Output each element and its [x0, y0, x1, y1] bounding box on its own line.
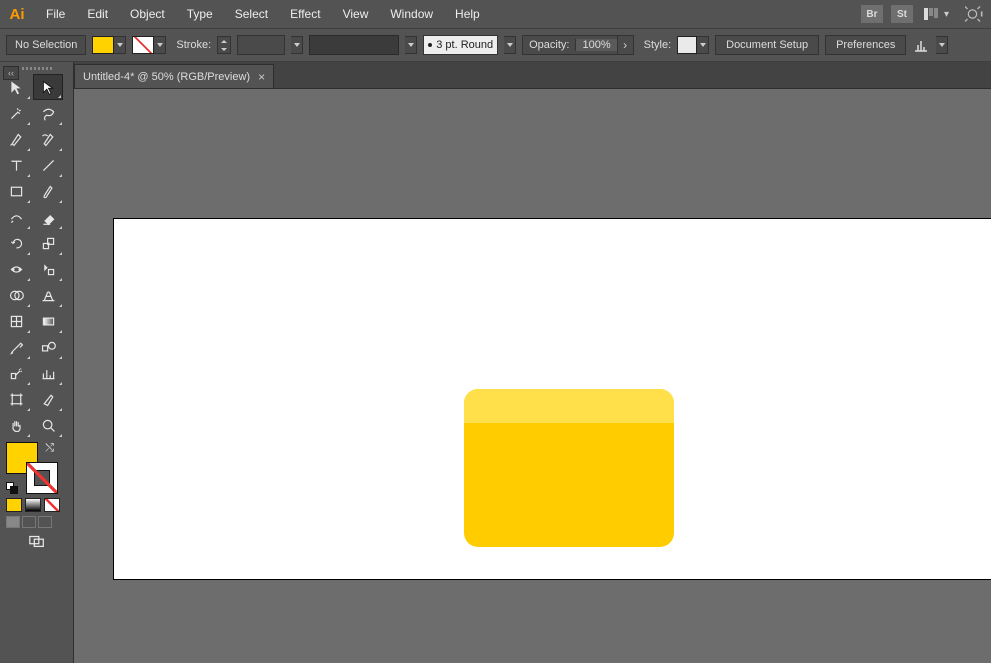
stroke-weight-stepper[interactable] [217, 36, 231, 54]
curvature-tool[interactable] [33, 126, 63, 152]
canvas[interactable] [74, 88, 991, 663]
brush-dot-icon [428, 43, 432, 47]
menu-file[interactable]: File [36, 3, 75, 25]
stroke-weight-dropdown[interactable] [291, 36, 303, 54]
default-fill-stroke-icon[interactable] [6, 482, 18, 494]
menu-edit[interactable]: Edit [77, 3, 118, 25]
graphic-style-swatch[interactable] [677, 36, 697, 54]
stroke-color-swatch[interactable] [132, 36, 154, 54]
align-flyout-icon[interactable] [912, 36, 930, 54]
menu-select[interactable]: Select [225, 3, 278, 25]
stroke-label: Stroke: [176, 39, 211, 51]
document-setup-button[interactable]: Document Setup [715, 35, 819, 55]
perspective-grid-tool[interactable] [33, 282, 63, 308]
symbol-sprayer-tool[interactable] [1, 360, 31, 386]
opacity-flyout[interactable] [617, 36, 633, 54]
blend-tool[interactable] [33, 334, 63, 360]
type-tool[interactable] [1, 152, 31, 178]
hand-tool[interactable] [1, 412, 31, 438]
selection-tool[interactable] [1, 74, 31, 100]
lasso-tool[interactable] [33, 100, 63, 126]
swap-fill-stroke-icon[interactable]: ⤭ [45, 442, 54, 455]
stock-launch-icon[interactable]: St [891, 5, 913, 23]
close-tab-icon[interactable]: × [258, 70, 265, 84]
mesh-tool[interactable] [1, 308, 31, 334]
variable-width-profile[interactable] [309, 35, 399, 55]
tools-panel: ⤭ [0, 62, 74, 663]
paintbrush-tool[interactable] [33, 178, 63, 204]
document-tab[interactable]: Untitled-4* @ 50% (RGB/Preview) × [74, 64, 274, 88]
menu-type[interactable]: Type [177, 3, 223, 25]
brush-label: 3 pt. Round [436, 39, 493, 51]
color-mode-gradient[interactable] [25, 498, 41, 512]
column-graph-tool[interactable] [33, 360, 63, 386]
stroke-weight-field[interactable] [237, 35, 285, 55]
draw-inside-icon[interactable] [38, 516, 52, 528]
brush-dropdown[interactable] [504, 36, 516, 54]
menu-view[interactable]: View [333, 3, 379, 25]
magic-wand-tool[interactable] [1, 100, 31, 126]
align-dropdown[interactable] [936, 36, 948, 54]
color-mode-none[interactable] [44, 498, 60, 512]
fill-stroke-control[interactable]: ⤭ [6, 442, 58, 494]
stroke-color-dropdown[interactable] [154, 36, 166, 54]
selection-info: No Selection [6, 35, 86, 55]
bridge-launch-icon[interactable]: Br [861, 5, 883, 23]
line-segment-tool[interactable] [33, 152, 63, 178]
zoom-tool[interactable] [33, 412, 63, 438]
opacity-label: Opacity: [523, 39, 575, 51]
artboard-tool[interactable] [1, 386, 31, 412]
variable-width-dropdown[interactable] [405, 36, 417, 54]
preferences-button[interactable]: Preferences [825, 35, 906, 55]
opacity-value[interactable]: 100% [575, 39, 616, 51]
menu-bar: Ai File Edit Object Type Select Effect V… [0, 0, 991, 28]
menu-window[interactable]: Window [380, 3, 443, 25]
shape-highlight [464, 389, 674, 433]
menu-help[interactable]: Help [445, 3, 490, 25]
shape-builder-tool[interactable] [1, 282, 31, 308]
draw-normal-icon[interactable] [6, 516, 20, 528]
menu-effect[interactable]: Effect [280, 3, 330, 25]
document-tab-bar: Untitled-4* @ 50% (RGB/Preview) × [74, 62, 991, 88]
color-mode-row [6, 498, 67, 512]
direct-selection-tool[interactable] [33, 74, 63, 100]
control-bar: No Selection Stroke: 3 pt. Round Opacity… [0, 28, 991, 62]
eraser-tool[interactable] [33, 204, 63, 230]
screen-mode-button[interactable] [0, 534, 73, 548]
pen-tool[interactable] [1, 126, 31, 152]
stroke-square[interactable] [26, 462, 58, 494]
workspace: ‹‹ [0, 62, 991, 663]
color-mode-solid[interactable] [6, 498, 22, 512]
gpu-preview-icon[interactable] [965, 6, 985, 22]
style-label: Style: [644, 39, 672, 51]
document-area: Untitled-4* @ 50% (RGB/Preview) × [74, 62, 991, 663]
gradient-tool[interactable] [33, 308, 63, 334]
scale-tool[interactable] [33, 230, 63, 256]
fill-color-swatch[interactable] [92, 36, 114, 54]
opacity-control[interactable]: Opacity: 100% [522, 35, 634, 55]
arrange-documents-button[interactable]: ▾ [924, 8, 949, 20]
shaper-tool[interactable] [1, 204, 31, 230]
eyedropper-tool[interactable] [1, 334, 31, 360]
graphic-style-dropdown[interactable] [697, 36, 709, 54]
draw-behind-icon[interactable] [22, 516, 36, 528]
width-tool[interactable] [1, 256, 31, 282]
menu-object[interactable]: Object [120, 3, 175, 25]
rounded-rect-shape[interactable] [464, 389, 674, 547]
free-transform-tool[interactable] [33, 256, 63, 282]
slice-tool[interactable] [33, 386, 63, 412]
document-tab-title: Untitled-4* @ 50% (RGB/Preview) [83, 71, 250, 83]
rectangle-tool[interactable] [1, 178, 31, 204]
brush-definition[interactable]: 3 pt. Round [423, 35, 498, 55]
app-logo-icon: Ai [6, 4, 28, 24]
fill-color-dropdown[interactable] [114, 36, 126, 54]
rotate-tool[interactable] [1, 230, 31, 256]
draw-mode-row [6, 516, 67, 528]
